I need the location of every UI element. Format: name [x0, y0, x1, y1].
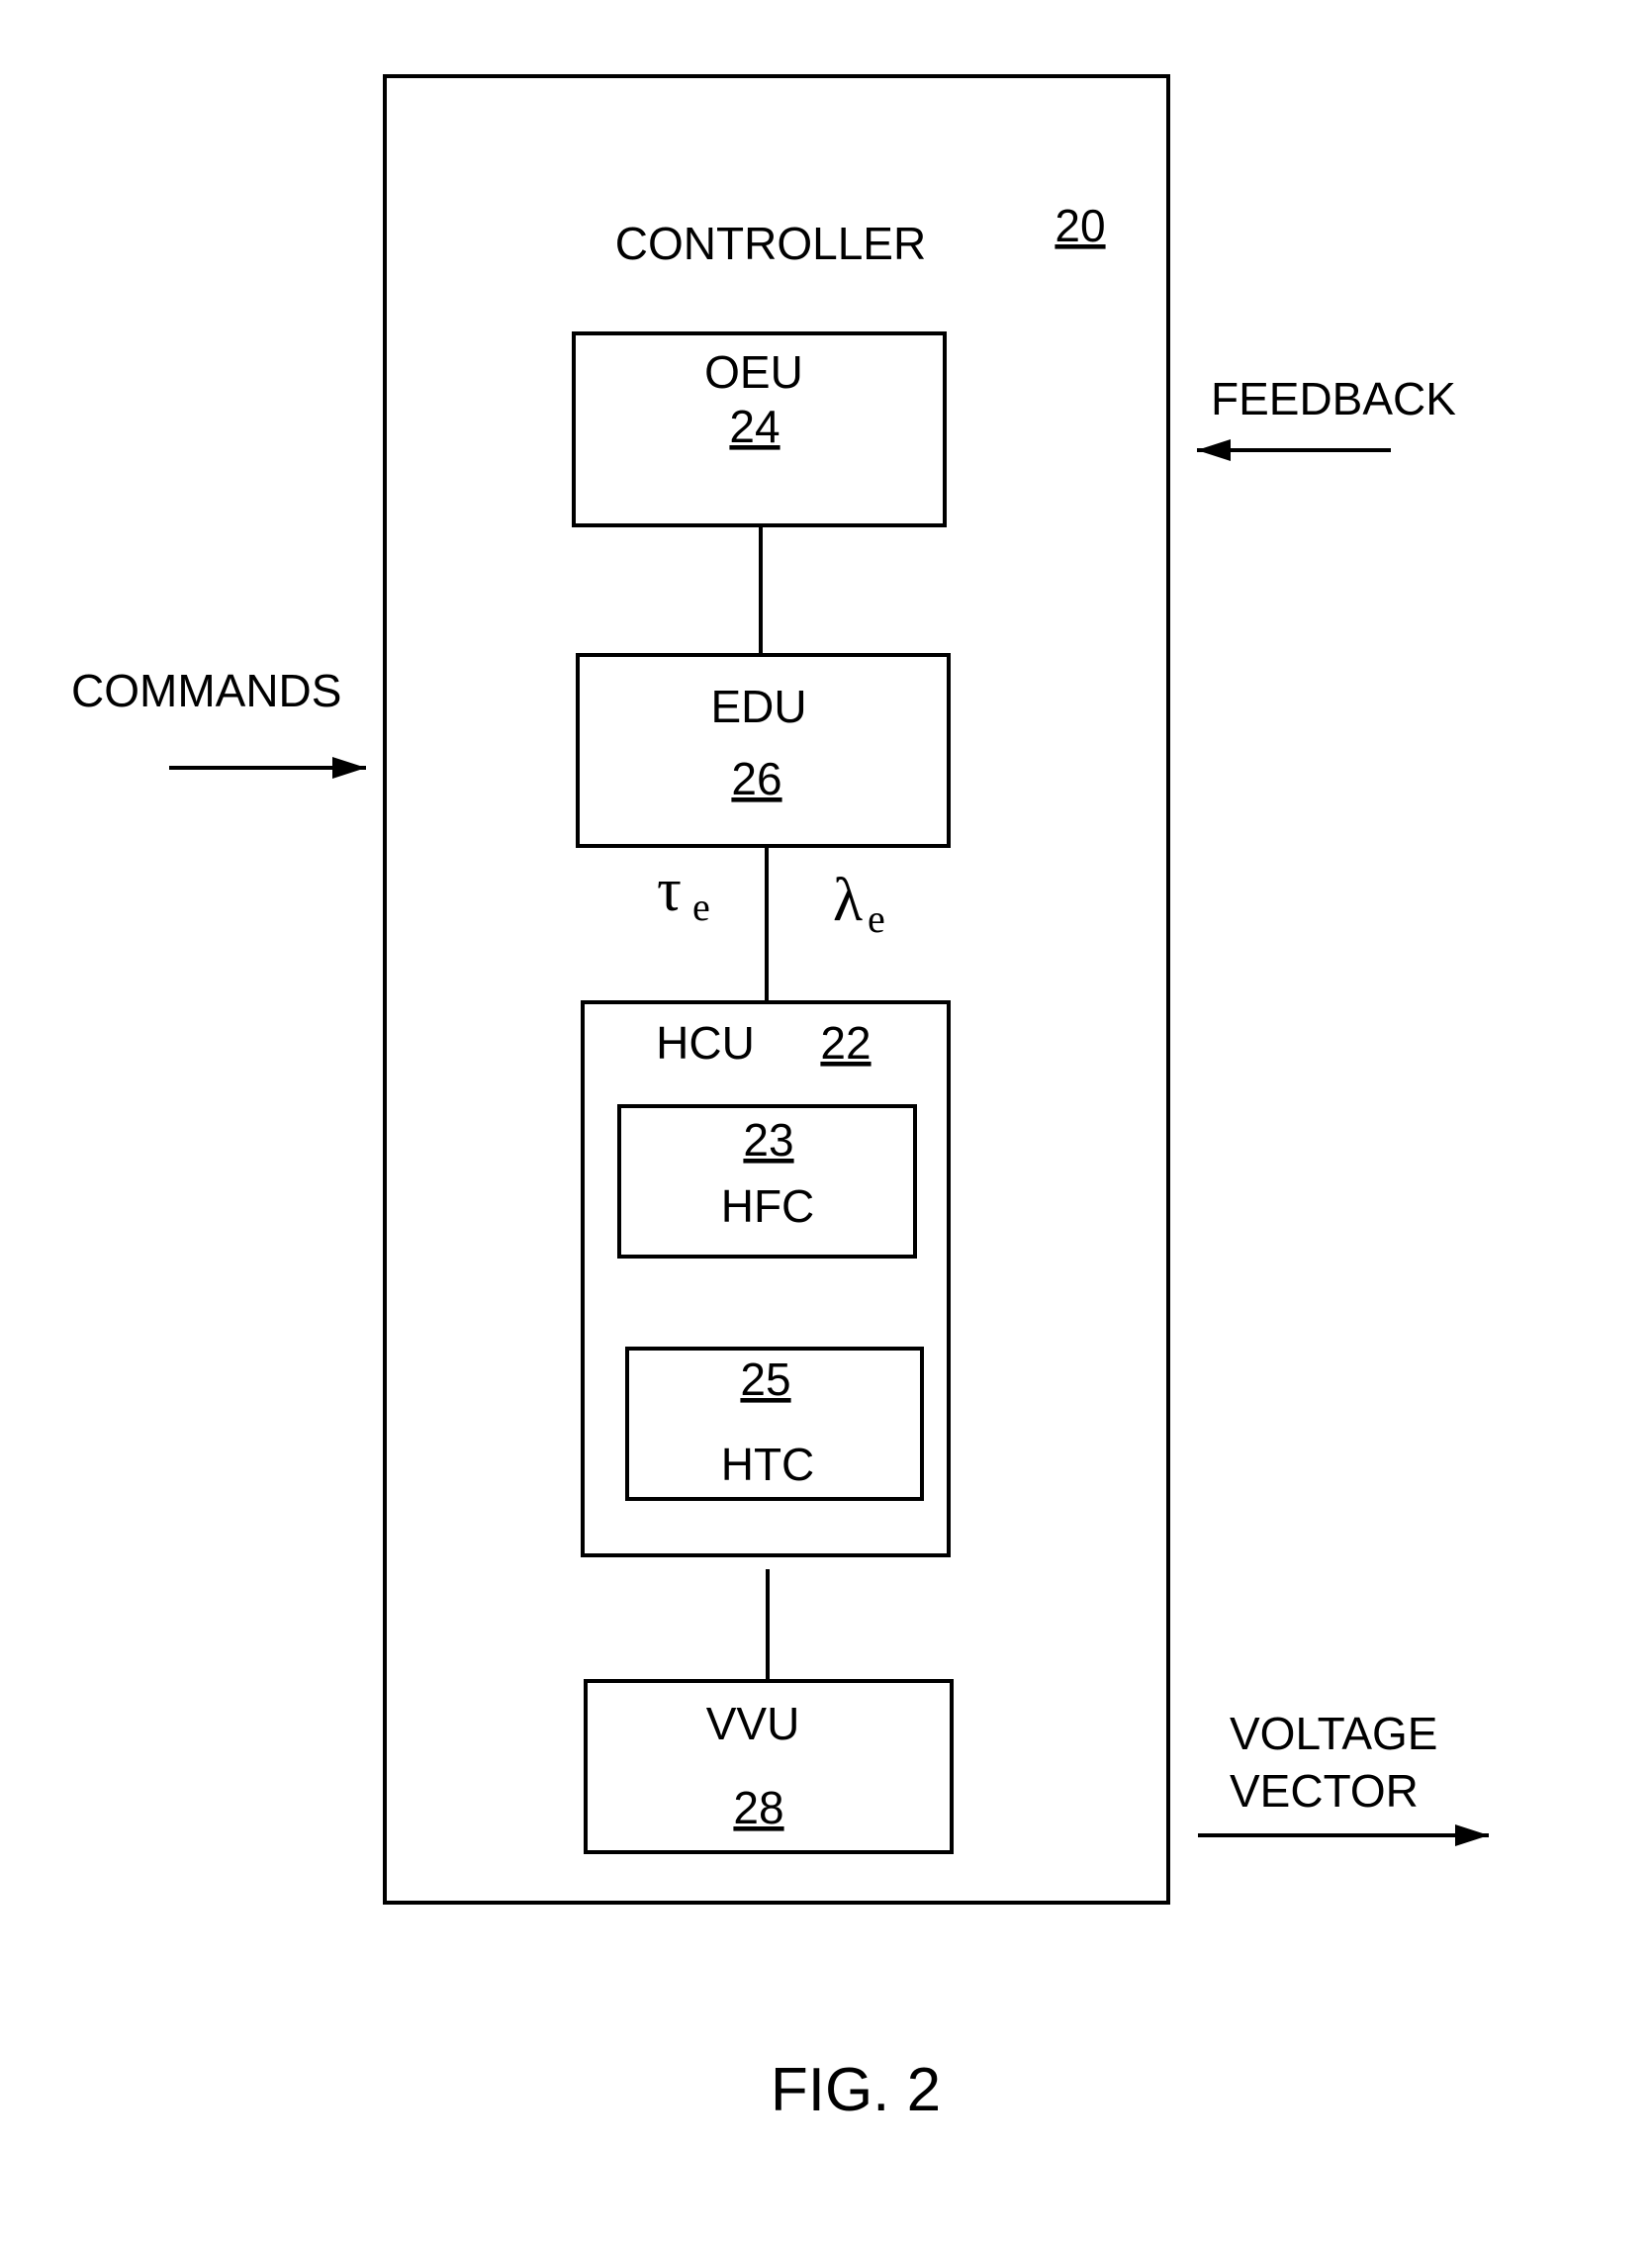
htc-label: HTC — [721, 1439, 815, 1490]
lambda-e-label: λ e — [833, 867, 885, 941]
controller-label: CONTROLLER — [615, 218, 926, 269]
oeu-label: OEU — [704, 346, 803, 398]
voltage-vector-label-line1: VOLTAGE — [1230, 1708, 1437, 1759]
lambda-subscript: e — [868, 896, 885, 941]
commands-label: COMMANDS — [71, 665, 341, 716]
edu-ref: 26 — [731, 753, 781, 804]
hcu-label: HCU — [656, 1017, 755, 1069]
controller-ref: 20 — [1055, 200, 1105, 251]
edu-label: EDU — [710, 681, 806, 732]
figure-caption: FIG. 2 — [771, 2056, 941, 2124]
hcu-ref: 22 — [820, 1017, 871, 1069]
htc-ref: 25 — [740, 1354, 790, 1405]
oeu-ref: 24 — [729, 401, 780, 452]
vvu-label: VVU — [706, 1698, 800, 1749]
tau-symbol: τ — [657, 857, 682, 924]
hfc-ref: 23 — [743, 1114, 793, 1166]
tau-subscript: e — [692, 885, 710, 929]
hfc-label: HFC — [721, 1180, 815, 1232]
vvu-ref: 28 — [733, 1782, 783, 1833]
tau-e-label: τ e — [657, 857, 710, 929]
voltage-vector-label-line2: VECTOR — [1230, 1765, 1419, 1817]
controller-diagram: CONTROLLER 20 OEU 24 EDU 26 τ e λ e HCU … — [71, 74, 1489, 2124]
feedback-label: FEEDBACK — [1211, 373, 1456, 424]
lambda-symbol: λ — [833, 867, 863, 934]
